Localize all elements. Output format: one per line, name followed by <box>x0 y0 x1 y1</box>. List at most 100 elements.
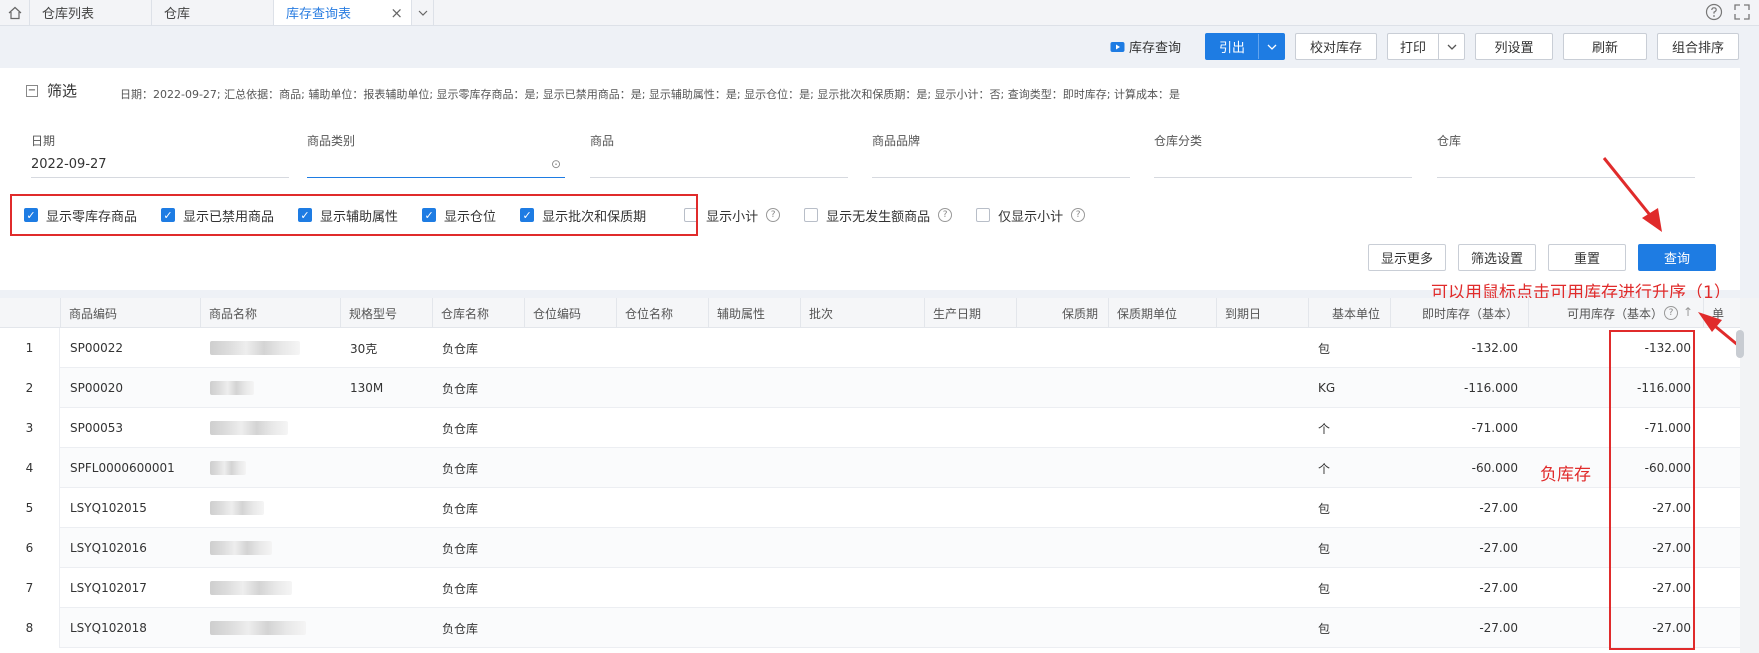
redacted-product-name <box>210 501 264 515</box>
date-field[interactable]: 日期 2022-09-27 <box>31 132 289 178</box>
product-code-cell: LSYQ102017 <box>70 581 147 595</box>
print-button[interactable]: 打印 <box>1387 33 1465 60</box>
tab-stock-query[interactable]: 库存查询表 × <box>274 0 412 25</box>
redacted-product-name <box>210 381 254 395</box>
table-row[interactable]: 3 SP00053 负仓库个 -71.000 -71.000 <box>0 408 1740 448</box>
product-code-cell: LSYQ102015 <box>70 501 147 515</box>
col-shelf-life[interactable]: 保质期 <box>1016 298 1108 328</box>
col-aux-attr[interactable]: 辅助属性 <box>708 298 800 328</box>
show-more-button[interactable]: 显示更多 <box>1368 244 1446 271</box>
tab-bar: 仓库列表 仓库 库存查询表 × <box>0 0 1759 26</box>
product-code-cell: SP00053 <box>70 421 124 435</box>
warehouse-name-cell: 负仓库 <box>442 541 479 556</box>
redacted-product-name <box>210 461 246 475</box>
product-category-field[interactable]: 商品类别 ⊙ <box>307 132 565 178</box>
table-row[interactable]: 5 LSYQ102015 负仓库包 -27.00 -27.00 <box>0 488 1740 528</box>
base-unit-cell: 包 <box>1318 581 1331 596</box>
filter-summary: 日期：2022-09-27; 汇总依据：商品; 辅助单位：报表辅助单位; 显示零… <box>120 88 1180 101</box>
column-settings-button[interactable]: 列设置 <box>1475 33 1553 60</box>
warehouse-name-cell: 负仓库 <box>442 621 479 636</box>
checkbox-unchecked-icon <box>804 208 819 222</box>
col-shelf-life-unit[interactable]: 保质期单位 <box>1108 298 1216 328</box>
col-location-code[interactable]: 仓位编码 <box>524 298 616 328</box>
col-product-name[interactable]: 商品名称 <box>200 298 340 328</box>
show-more-label: 显示更多 <box>1380 252 1433 267</box>
product-code-cell: LSYQ102016 <box>70 541 147 555</box>
window-controls <box>1705 3 1751 21</box>
tab-more-button[interactable] <box>412 0 434 25</box>
table-row[interactable]: 6 LSYQ102016 负仓库包 -27.00 -27.00 <box>0 528 1740 568</box>
checkbox-label: 显示小计 <box>706 209 759 225</box>
product-name-cell <box>210 488 264 528</box>
field-label: 商品类别 <box>307 134 356 148</box>
product-code-cell: SP00022 <box>70 341 124 355</box>
help-icon[interactable] <box>1705 3 1723 21</box>
instant-stock-cell: -27.00 <box>1479 501 1518 515</box>
instant-stock-cell: -71.000 <box>1471 421 1518 435</box>
export-button[interactable]: 引出 <box>1205 33 1285 60</box>
product-name-cell <box>210 368 254 408</box>
base-unit-cell: 个 <box>1318 461 1331 476</box>
tab-label: 仓库列表 <box>42 7 95 22</box>
col-product-code[interactable]: 商品编码 <box>60 298 200 328</box>
home-button[interactable] <box>0 0 30 25</box>
filter-toggle[interactable]: − 筛选 <box>26 80 77 101</box>
table-row[interactable]: 8 LSYQ102018 负仓库包 -27.00 -27.00 <box>0 608 1740 648</box>
col-batch[interactable]: 批次 <box>800 298 924 328</box>
col-expiry-date[interactable]: 到期日 <box>1216 298 1308 328</box>
table-row[interactable]: 1 SP00022 30克 负仓库包 -132.00 -132.00 <box>0 328 1740 368</box>
redacted-product-name <box>210 421 288 435</box>
more-options-icon[interactable]: ⊙ <box>551 157 561 171</box>
warehouse-name-cell: 负仓库 <box>442 501 479 516</box>
field-label: 商品品牌 <box>872 134 921 148</box>
base-unit-cell: 包 <box>1318 541 1331 556</box>
fullscreen-icon[interactable] <box>1733 3 1751 21</box>
col-warehouse-name[interactable]: 仓库名称 <box>432 298 524 328</box>
video-link-label: 库存查询 <box>1128 41 1181 56</box>
checkbox-label: 仅显示小计 <box>998 209 1064 225</box>
filter-settings-button[interactable]: 筛选设置 <box>1458 244 1536 271</box>
verify-stock-button[interactable]: 校对库存 <box>1295 33 1377 60</box>
print-dropdown[interactable] <box>1438 34 1464 59</box>
product-field[interactable]: 商品 <box>590 132 848 178</box>
col-base-unit[interactable]: 基本单位 <box>1308 298 1390 328</box>
table-row[interactable]: 2 SP00020 130M 负仓库 KG -116.000 -116.000 <box>0 368 1740 408</box>
tab-warehouse-list[interactable]: 仓库列表 <box>30 0 152 25</box>
tab-warehouse[interactable]: 仓库 <box>152 0 274 25</box>
export-dropdown[interactable] <box>1258 34 1284 59</box>
reset-button[interactable]: 重置 <box>1548 244 1626 271</box>
table-row[interactable]: 4 SPFL0000600001 负仓库个 -60.000 -60.000 <box>0 448 1740 488</box>
query-button[interactable]: 查询 <box>1638 244 1716 271</box>
table-row[interactable]: 7 LSYQ102017 负仓库包 -27.00 -27.00 <box>0 568 1740 608</box>
base-unit-cell: KG <box>1318 381 1336 395</box>
product-brand-field[interactable]: 商品品牌 <box>872 132 1130 178</box>
help-icon[interactable]: ? <box>766 208 781 222</box>
col-spec[interactable]: 规格型号 <box>340 298 432 328</box>
product-name-cell <box>210 568 292 608</box>
base-unit-cell: 个 <box>1318 421 1331 436</box>
col-location-name[interactable]: 仓位名称 <box>616 298 708 328</box>
close-icon[interactable]: × <box>390 4 403 22</box>
checkbox-show-subtotal[interactable]: 显示小计? <box>684 206 781 225</box>
scrollbar-thumb[interactable] <box>1736 330 1744 358</box>
help-icon[interactable]: ? <box>1071 208 1086 222</box>
col-production-date[interactable]: 生产日期 <box>924 298 1016 328</box>
warehouse-name-cell: 负仓库 <box>442 341 479 356</box>
row-number: 8 <box>0 608 60 648</box>
video-icon <box>1110 41 1125 52</box>
stock-query-video-link[interactable]: 库存查询 <box>1110 37 1181 56</box>
warehouse-category-field[interactable]: 仓库分类 <box>1154 132 1412 178</box>
combo-sort-button[interactable]: 组合排序 <box>1657 33 1739 60</box>
product-name-cell <box>210 448 246 488</box>
col-instant-stock[interactable]: 即时库存（基本） <box>1390 298 1528 328</box>
annotation-box-available-column <box>1609 330 1695 650</box>
chevron-down-icon <box>1447 44 1456 50</box>
refresh-button[interactable]: 刷新 <box>1563 33 1647 60</box>
help-icon[interactable]: ? <box>1664 306 1678 320</box>
warehouse-name-cell: 负仓库 <box>442 581 479 596</box>
print-label: 打印 <box>1399 41 1426 56</box>
checkbox-subtotal-only[interactable]: 仅显示小计? <box>976 206 1086 225</box>
help-icon[interactable]: ? <box>938 208 953 222</box>
checkbox-show-no-movement[interactable]: 显示无发生额商品? <box>804 206 953 225</box>
filter-title: 筛选 <box>47 82 78 100</box>
